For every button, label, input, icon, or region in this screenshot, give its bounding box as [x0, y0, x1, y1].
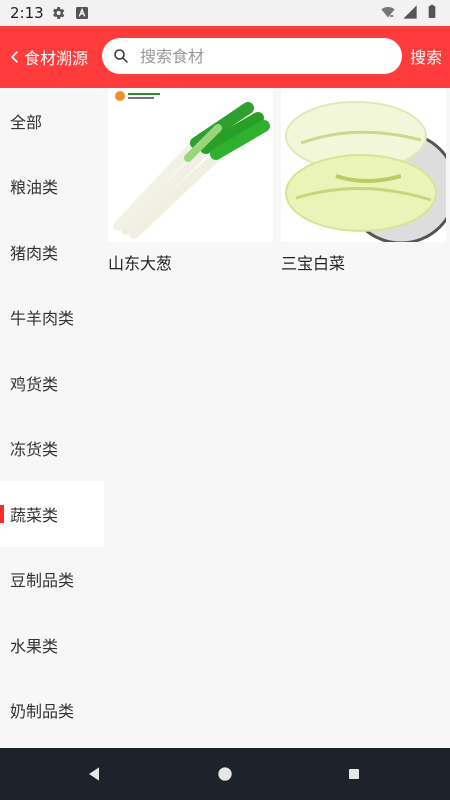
wifi-icon	[381, 6, 395, 18]
app-header: 食材溯源 搜索	[0, 26, 450, 88]
product-grid: 山东大葱 三宝白菜	[104, 88, 450, 274]
sidebar-item-frozen[interactable]: 冻货类	[0, 416, 104, 482]
status-time: 2:13	[10, 4, 44, 22]
category-sidebar: 全部 粮油类 猪肉类 牛羊肉类 鸡货类 冻货类 蔬菜类 豆制品类 水果类 奶制品…	[0, 88, 104, 748]
scallion-image	[108, 88, 273, 242]
gear-icon	[53, 7, 65, 19]
sidebar-item-label: 粮油类	[10, 178, 59, 198]
scallion-illustration	[113, 102, 270, 239]
sidebar-item-label: 水果类	[10, 636, 59, 656]
product-card[interactable]: 山东大葱	[108, 88, 273, 274]
napa-cabbage-image	[281, 88, 446, 242]
sidebar-item-label: 鸡货类	[10, 374, 59, 394]
recent-apps-icon[interactable]	[344, 764, 364, 784]
product-content: 山东大葱 三宝白菜	[104, 88, 450, 748]
brand-logo-icon	[115, 91, 160, 101]
sidebar-item-label: 猪肉类	[10, 243, 59, 263]
sidebar-item-pork[interactable]: 猪肉类	[0, 219, 104, 285]
sidebar-item-label: 全部	[10, 112, 43, 132]
signal-icon	[403, 5, 417, 19]
sidebar-item-grain-oil[interactable]: 粮油类	[0, 154, 104, 220]
sidebar-item-fruit[interactable]: 水果类	[0, 612, 104, 678]
sidebar-item-all[interactable]: 全部	[0, 88, 104, 154]
status-left-icons	[50, 5, 90, 21]
status-right-icons	[380, 4, 440, 20]
cabbage-illustration	[285, 101, 446, 242]
back-label: 食材溯源	[24, 49, 89, 68]
sidebar-item-label: 冻货类	[10, 440, 59, 460]
back-triangle-icon[interactable]	[84, 764, 104, 784]
sidebar-item-label: 奶制品类	[10, 702, 75, 722]
sidebar-item-label: 牛羊肉类	[10, 309, 75, 329]
product-name: 三宝白菜	[281, 254, 346, 273]
status-bar: 2:13	[0, 0, 450, 26]
sidebar-item-label: 蔬菜类	[10, 505, 59, 525]
chevron-left-icon	[11, 51, 18, 63]
home-circle-icon[interactable]	[215, 764, 235, 784]
sidebar-item-beef-lamb[interactable]: 牛羊肉类	[0, 285, 104, 351]
back-button[interactable]: 食材溯源	[8, 44, 88, 70]
battery-icon	[428, 4, 436, 18]
product-name: 山东大葱	[108, 254, 173, 273]
search-bar[interactable]	[102, 38, 402, 74]
sidebar-item-soy-products[interactable]: 豆制品类	[0, 547, 104, 613]
search-button[interactable]: 搜索	[410, 44, 442, 68]
sidebar-item-vegetables[interactable]: 蔬菜类	[0, 481, 104, 547]
sidebar-item-dairy[interactable]: 奶制品类	[0, 678, 104, 744]
search-icon	[114, 49, 128, 63]
sidebar-item-label: 豆制品类	[10, 571, 75, 591]
system-nav-bar	[0, 748, 450, 800]
product-card[interactable]: 三宝白菜	[281, 88, 446, 274]
sidebar-item-chicken[interactable]: 鸡货类	[0, 350, 104, 416]
search-input[interactable]	[138, 45, 382, 67]
app-a-icon	[76, 7, 88, 19]
